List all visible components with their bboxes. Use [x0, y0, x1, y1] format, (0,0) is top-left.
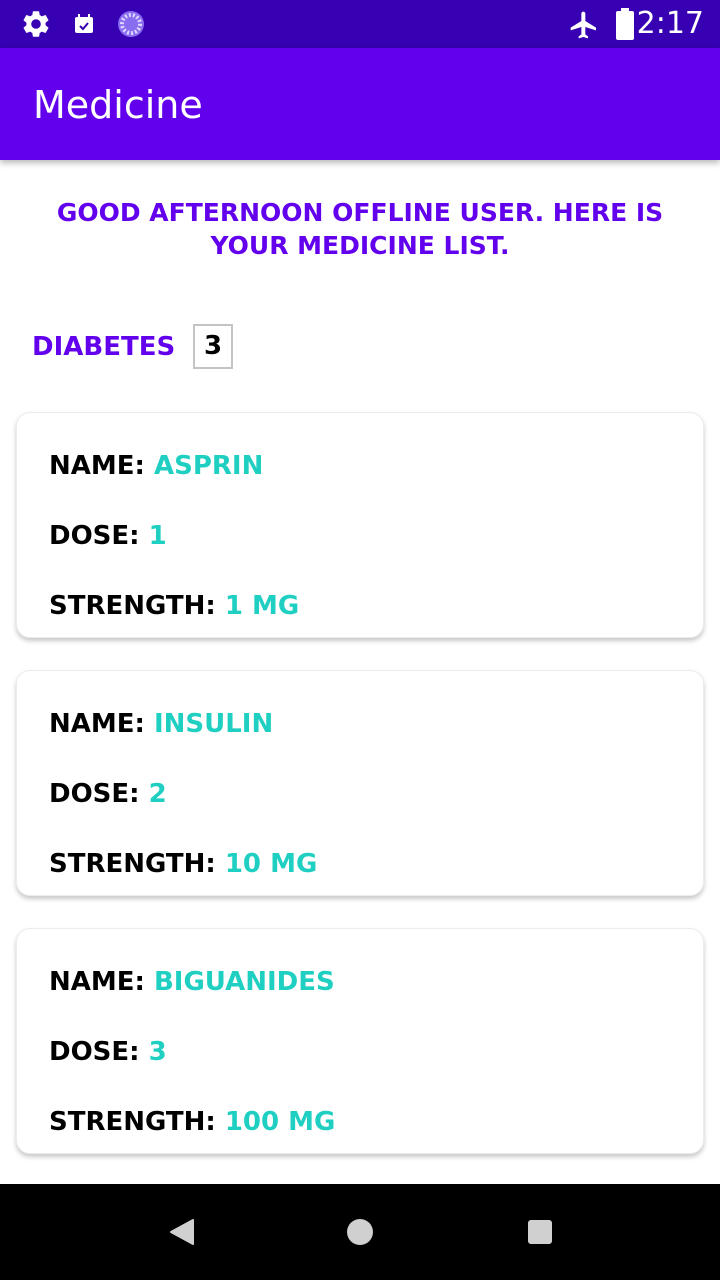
page-title: Medicine: [33, 83, 203, 127]
medicine-card[interactable]: NAME: INSULIN DOSE: 2 STRENGTH: 10 MG: [16, 670, 704, 896]
settings-icon: [20, 8, 52, 45]
medicine-dose: 3: [148, 1037, 167, 1067]
navigation-bar: [0, 1184, 720, 1280]
medicine-strength-row: STRENGTH: 100 MG: [49, 1107, 335, 1137]
category-label: DIABETES: [32, 332, 176, 362]
recents-icon[interactable]: [522, 1214, 558, 1255]
medicine-name-row: NAME: INSULIN: [49, 709, 273, 739]
name-label: NAME:: [49, 451, 154, 481]
medicine-dose-row: DOSE: 1: [49, 521, 167, 551]
strength-label: STRENGTH:: [49, 1107, 225, 1137]
dose-label: DOSE:: [49, 779, 149, 809]
home-icon[interactable]: [342, 1214, 378, 1255]
medicine-count-badge: 3: [193, 324, 233, 369]
medicine-name-row: NAME: BIGUANIDES: [49, 967, 335, 997]
calendar-icon: [72, 12, 96, 41]
medicine-strength: 1 MG: [224, 591, 300, 621]
battery-icon: [616, 8, 634, 45]
dose-label: DOSE:: [49, 1037, 149, 1067]
name-label: NAME:: [49, 967, 154, 997]
greeting-text: GOOD AFTERNOON OFFLINE USER. HERE IS YOU…: [56, 198, 664, 260]
status-bar: 2:17: [0, 0, 720, 48]
medicine-dose-row: DOSE: 3: [49, 1037, 167, 1067]
loading-spinner-icon: [116, 9, 146, 44]
medicine-dose: 2: [148, 779, 167, 809]
medicine-card[interactable]: NAME: ASPRIN DOSE: 1 STRENGTH: 1 MG: [16, 412, 704, 638]
strength-label: STRENGTH:: [49, 849, 225, 879]
medicine-name: ASPRIN: [153, 451, 264, 481]
back-icon[interactable]: [164, 1214, 200, 1255]
medicine-strength-row: STRENGTH: 10 MG: [49, 849, 317, 879]
strength-label: STRENGTH:: [49, 591, 225, 621]
medicine-name-row: NAME: ASPRIN: [49, 451, 263, 481]
airplane-mode-icon: [568, 9, 600, 46]
medicine-dose-row: DOSE: 2: [49, 779, 167, 809]
name-label: NAME:: [49, 709, 154, 739]
medicine-card[interactable]: NAME: BIGUANIDES DOSE: 3 STRENGTH: 100 M…: [16, 928, 704, 1154]
medicine-name: INSULIN: [153, 709, 274, 739]
medicine-strength: 100 MG: [224, 1107, 336, 1137]
medicine-strength: 10 MG: [224, 849, 318, 879]
medicine-name: BIGUANIDES: [153, 967, 335, 997]
medicine-strength-row: STRENGTH: 1 MG: [49, 591, 299, 621]
dose-label: DOSE:: [49, 521, 149, 551]
medicine-dose: 1: [148, 521, 167, 551]
app-bar: Medicine: [0, 48, 720, 160]
status-time: 2:17: [636, 6, 704, 41]
